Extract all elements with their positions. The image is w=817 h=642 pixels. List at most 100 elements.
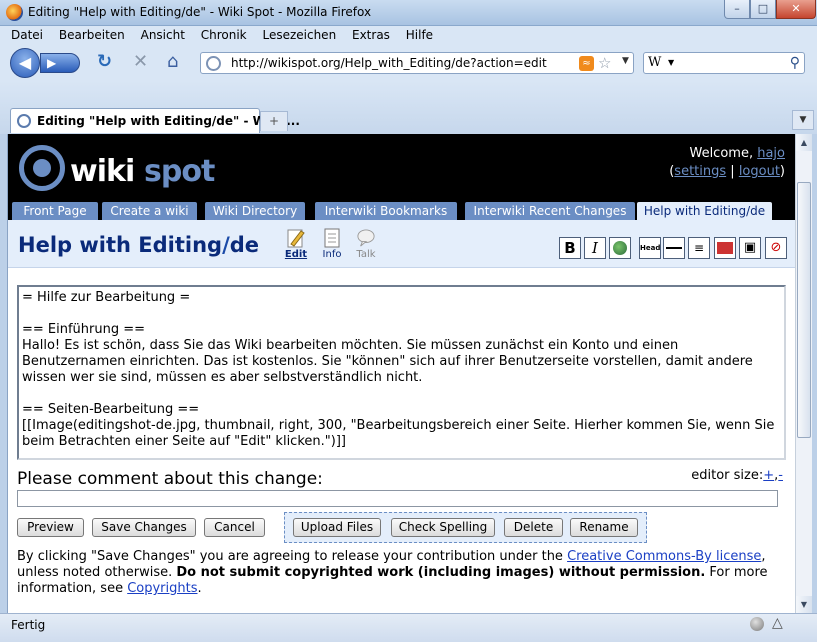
firefox-icon — [6, 4, 23, 21]
notice-warning: Do not submit copyrighted work (includin… — [176, 565, 706, 580]
stop-icon[interactable]: ✕ — [133, 53, 148, 71]
site-tab-interwiki-bookmarks[interactable]: Interwiki Bookmarks — [315, 202, 457, 220]
search-icon[interactable]: ⚲ — [790, 55, 800, 71]
search-bar[interactable]: W ▼ ⚲ — [643, 52, 805, 74]
link-separator: | — [730, 164, 735, 179]
globe-icon — [613, 241, 627, 255]
menu-bearbeiten[interactable]: Bearbeiten — [59, 28, 125, 42]
status-text: Fertig — [11, 618, 46, 632]
maximize-button[interactable]: □ — [750, 0, 776, 19]
edit-pencil-icon — [287, 229, 305, 248]
math-formula-button[interactable] — [714, 237, 736, 259]
new-tab-button[interactable]: + — [260, 111, 288, 131]
comment-label: Please comment about this change: — [17, 469, 323, 489]
notice-text-1: By clicking "Save Changes" you are agree… — [17, 549, 568, 564]
page-title-main[interactable]: Help with Editing — [18, 233, 222, 257]
rename-button[interactable]: Rename — [570, 518, 638, 537]
menu-hilfe[interactable]: Hilfe — [406, 28, 433, 42]
settings-link[interactable]: settings — [674, 164, 726, 179]
site-identity-icon[interactable] — [206, 56, 221, 71]
window-titlebar: Editing "Help with Editing/de" - Wiki Sp… — [0, 0, 817, 26]
menu-ansicht[interactable]: Ansicht — [141, 28, 185, 42]
forward-button[interactable]: ▶ — [40, 53, 80, 73]
heading-button[interactable]: Head — [639, 237, 661, 259]
menu-extras[interactable]: Extras — [352, 28, 390, 42]
save-changes-button[interactable]: Save Changes — [92, 518, 196, 537]
status-security-icon[interactable] — [750, 617, 764, 631]
minimize-button[interactable]: – — [724, 0, 750, 19]
formula-icon — [717, 242, 733, 254]
editor-text[interactable]: = Hilfe zur Bearbeitung = == Einführung … — [22, 290, 781, 450]
delete-button[interactable]: Delete — [504, 518, 563, 537]
info-action-label[interactable]: Info — [317, 249, 347, 260]
address-dropdown-icon[interactable]: ▼ — [622, 56, 629, 66]
link-globe-button[interactable] — [609, 237, 631, 259]
menu-bar: Datei Bearbeiten Ansicht Chronik Lesezei… — [0, 26, 817, 45]
site-tab-interwiki-recent-changes[interactable]: Interwiki Recent Changes — [465, 202, 635, 220]
info-page-icon — [324, 228, 340, 248]
status-bar: Fertig △ — [0, 613, 817, 642]
scroll-down-arrow-icon[interactable]: ▼ — [796, 596, 812, 613]
site-tabs: Front Page Create a wiki Wiki Directory … — [8, 202, 795, 220]
notice-text-4: . — [197, 581, 202, 596]
scrollbar-thumb[interactable] — [797, 182, 811, 438]
page-editor-textarea[interactable]: = Hilfe zur Bearbeitung = == Einführung … — [17, 285, 786, 460]
site-tab-wiki-directory[interactable]: Wiki Directory — [205, 202, 305, 220]
upload-files-button[interactable]: Upload Files — [293, 518, 381, 537]
site-tab-front-page[interactable]: Front Page — [12, 202, 98, 220]
edit-action[interactable]: Edit — [281, 228, 311, 260]
license-link[interactable]: Creative Commons-By license — [567, 549, 761, 564]
window-title: Editing "Help with Editing/de" - Wiki Sp… — [28, 5, 372, 19]
status-warning-icon[interactable]: △ — [772, 615, 783, 631]
edit-action-label[interactable]: Edit — [281, 249, 311, 260]
no-format-icon: ⊘ — [770, 240, 782, 255]
menu-lesezeichen[interactable]: Lesezeichen — [262, 28, 336, 42]
talk-action[interactable]: Talk — [351, 228, 381, 260]
bold-button[interactable]: B — [559, 237, 581, 259]
home-icon[interactable]: ⌂ — [167, 53, 178, 71]
site-tab-help-with-editing[interactable]: Help with Editing/de — [637, 202, 772, 220]
bookmark-star-icon[interactable]: ☆ — [598, 54, 611, 72]
user-link[interactable]: hajo — [757, 146, 785, 161]
page-title-sub[interactable]: de — [230, 233, 259, 257]
image-button[interactable]: ▣ — [739, 237, 761, 259]
editor-size-increase-link[interactable]: + — [763, 468, 774, 483]
page-scrollbar[interactable]: ▲ ▼ — [795, 134, 812, 613]
tab-list-button[interactable]: ▼ — [792, 110, 814, 130]
wikispot-logo-icon[interactable] — [19, 145, 65, 191]
info-action[interactable]: Info — [317, 228, 347, 260]
hr-line-icon — [666, 246, 682, 249]
cancel-button[interactable]: Cancel — [204, 518, 265, 537]
menu-datei[interactable]: Datei — [11, 28, 43, 42]
page-bar: Help with Editing/de Edit Info Talk B I … — [8, 220, 795, 268]
center-text-button[interactable]: ≡ — [688, 237, 710, 259]
rss-feed-icon[interactable]: ≈ — [579, 56, 594, 71]
license-notice: By clicking "Save Changes" you are agree… — [17, 549, 789, 597]
site-tab-create-wiki[interactable]: Create a wiki — [102, 202, 197, 220]
editor-size-control: editor size:+,- — [691, 468, 783, 483]
reload-icon[interactable]: ↻ — [97, 53, 112, 71]
editor-size-decrease-link[interactable]: - — [778, 468, 783, 483]
nowiki-button[interactable]: ⊘ — [765, 237, 787, 259]
menu-chronik[interactable]: Chronik — [201, 28, 247, 42]
logout-link[interactable]: logout — [739, 164, 780, 179]
scroll-up-arrow-icon[interactable]: ▲ — [796, 134, 812, 151]
back-button[interactable]: ◀ — [10, 48, 40, 78]
logo-spot-text[interactable]: spot — [144, 154, 215, 189]
address-url[interactable]: http://wikispot.org/Help_with_Editing/de… — [231, 56, 547, 70]
address-bar[interactable]: http://wikispot.org/Help_with_Editing/de… — [200, 52, 634, 74]
close-window-button[interactable]: ✕ — [776, 0, 816, 19]
logo-wiki-text[interactable]: wiki — [70, 154, 135, 189]
copyrights-link[interactable]: Copyrights — [127, 581, 197, 596]
comment-input[interactable] — [17, 490, 778, 507]
search-engine-dropdown-icon[interactable]: ▼ — [668, 58, 674, 67]
italic-button[interactable]: I — [584, 237, 606, 259]
navigation-toolbar: ▶ ◀ ↻ ✕ ⌂ http://wikispot.org/Help_with_… — [0, 45, 817, 81]
preview-button[interactable]: Preview — [17, 518, 84, 537]
talk-action-label[interactable]: Talk — [351, 249, 381, 260]
search-engine-label[interactable]: W — [648, 55, 661, 70]
browser-tab-active[interactable]: Editing "Help with Editing/de" - Wiki ..… — [10, 108, 300, 133]
welcome-line: Welcome, hajo — [669, 145, 785, 163]
horizontal-rule-button[interactable] — [663, 237, 685, 259]
check-spelling-button[interactable]: Check Spelling — [391, 518, 495, 537]
